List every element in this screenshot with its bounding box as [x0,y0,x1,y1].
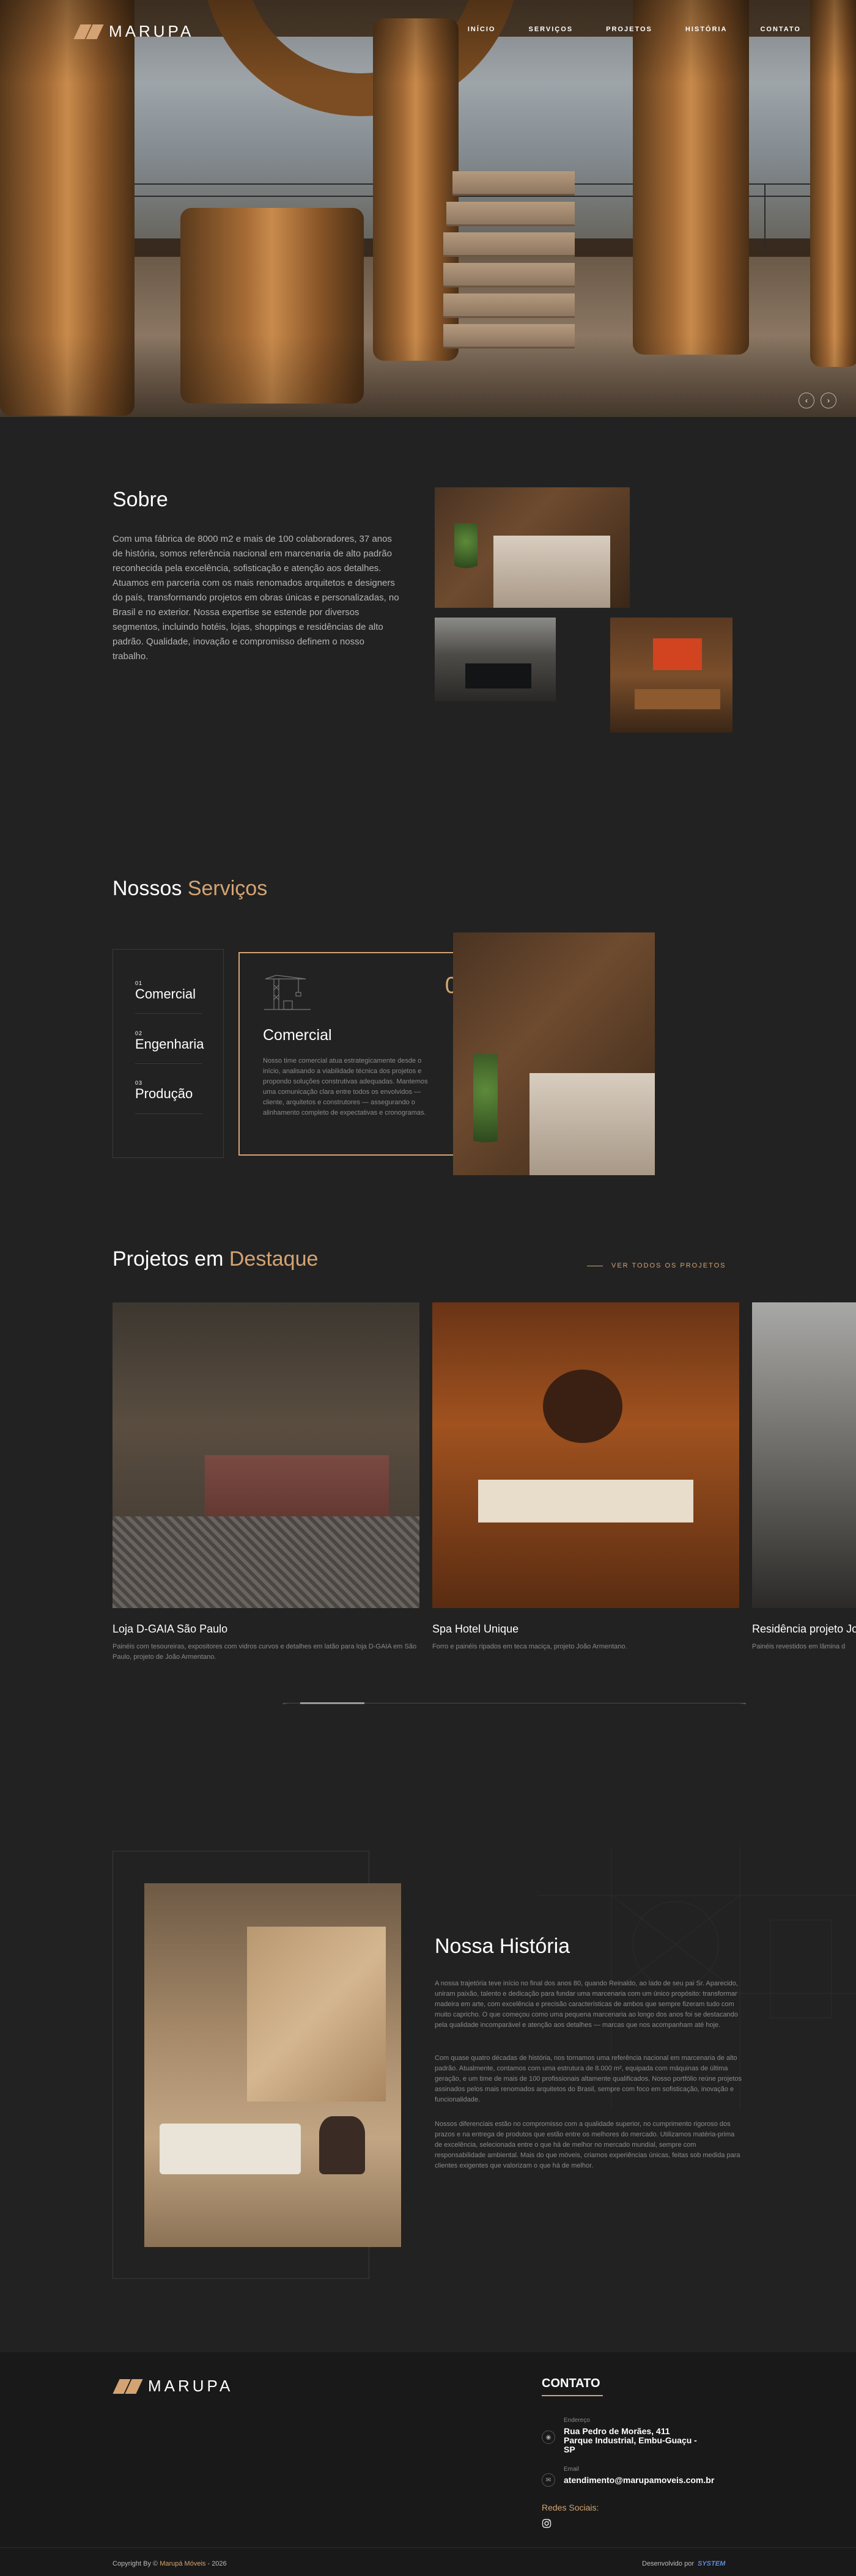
developer-logo[interactable]: SYSTEM [698,2560,725,2567]
email-label: Email [564,2466,580,2473]
carousel-scroll-thumb[interactable] [300,1702,364,1704]
history-photo [144,1883,401,2247]
about-title: Sobre [113,488,168,511]
carousel-prev-icon[interactable]: ← [281,1698,289,1707]
view-all-projects-link[interactable]: VER TODOS OS PROJETOS [587,1262,726,1269]
services-title-accent: Serviços [187,877,268,900]
address-line-1: Rua Pedro de Morães, 411 [564,2426,670,2436]
history-paragraph-3: Nossos diferenciais estão no compromisso… [435,2120,740,2169]
project-card[interactable]: Spa Hotel Unique Forro e painéis ripados… [432,1302,739,1652]
copyright-year: - 2026 [207,2560,227,2567]
copyright-brand[interactable]: Marupá Móveis [160,2560,205,2567]
footer-contact: CONTATO [542,2377,603,2396]
nav-item-contato[interactable]: CONTATO [760,26,801,33]
header-logo[interactable]: MARUPA [73,22,194,41]
service-number: 03 [135,1080,143,1086]
address-line-2: Parque Industrial, Embu-Guaçu - [564,2435,697,2445]
main-nav: INÍCIO SERVIÇOS PROJETOS HISTÓRIA CONTAT… [468,26,801,33]
footer-logo[interactable]: MARUPA [113,2377,233,2396]
footer: MARUPA CONTATO ◉ Endereço Rua Pedro de M… [0,2352,856,2576]
project-title: Residência projeto Jo [752,1623,856,1635]
about-photo-lobby [435,618,556,701]
project-card[interactable]: Residência projeto Jo Painéis revestidos… [752,1302,856,1652]
developer-credit: Desenvolvido por SYSTEM [642,2560,725,2567]
project-description: Forro e painéis ripados em teca maciça, … [432,1643,627,1650]
projects-title: Projetos em Destaque [113,1247,318,1271]
contact-title: CONTATO [542,2377,600,2390]
services-menu: 01 Comercial 02 Engenharia 03 Produção [113,949,224,1158]
service-item-engenharia[interactable]: 02 Engenharia [135,1030,204,1052]
crane-icon [264,975,311,1010]
project-title: Spa Hotel Unique [432,1623,519,1635]
service-divider [135,1113,202,1114]
hero-prev-arrow-icon[interactable]: ‹ [799,393,814,408]
project-image [752,1302,856,1608]
carousel-next-icon[interactable]: → [740,1698,747,1707]
history-title: Nossa História [435,1935,570,1958]
service-number: 01 [135,980,143,986]
hero-slider-controls: ‹ › [799,393,836,408]
logo-mark-icon [73,24,104,39]
service-number: 02 [135,1030,143,1036]
project-title: Loja D-GAIA São Paulo [113,1623,228,1635]
nav-item-historia[interactable]: HISTÓRIA [685,26,728,33]
service-item-producao[interactable]: 03 Produção [135,1080,202,1102]
history-paragraph-1: A nossa trajetória teve início no final … [435,1980,738,2029]
projects-title-main: Projetos em [113,1247,224,1271]
service-photo-bathroom [453,932,655,1175]
copyright-prefix: Copyright By © [113,2560,158,2567]
hero-overlay [0,0,856,417]
project-image [432,1302,739,1608]
email-link[interactable]: atendimento@marupamoveis.com.br [564,2476,714,2485]
service-detail-text: Nosso time comercial atua estrategicamen… [263,1057,428,1116]
projects-title-accent: Destaque [229,1247,319,1271]
project-description: Painéis com tesoureiras, expositores com… [113,1643,417,1661]
service-label: Produção [135,1086,193,1101]
address-label: Endereço [564,2417,590,2424]
address-line-3: SP [564,2445,575,2454]
social-label: Redes Sociais: [542,2503,599,2512]
about-photo-bathroom [435,487,630,608]
hero-next-arrow-icon[interactable]: › [821,393,836,408]
developer-prefix: Desenvolvido por [642,2560,694,2567]
copyright: Copyright By © Marupá Móveis - 2026 [113,2560,227,2567]
service-label: Comercial [135,986,196,1002]
service-divider [135,1063,202,1064]
services-title: Nossos Serviços [113,877,267,901]
project-card[interactable]: Loja D-GAIA São Paulo Painéis com tesour… [113,1302,419,1663]
footer-bottom-bar: Copyright By © Marupá Móveis - 2026 Dese… [0,2547,856,2576]
logo-mark-icon [113,2379,143,2394]
nav-item-projetos[interactable]: PROJETOS [606,26,652,33]
services-title-main: Nossos [113,877,182,900]
nav-item-inicio[interactable]: INÍCIO [468,26,496,33]
instagram-icon[interactable] [542,2519,552,2528]
project-description: Painéis revestidos em lâmina d [752,1643,846,1650]
contact-title-underline [542,2395,603,2396]
logo-text: MARUPA [148,2377,234,2395]
project-image [113,1302,419,1608]
service-divider [135,1013,202,1014]
service-item-comercial[interactable]: 01 Comercial [135,980,202,1002]
view-all-label: VER TODOS OS PROJETOS [611,1262,726,1269]
hero-banner: MARUPA INÍCIO SERVIÇOS PROJETOS HISTÓRIA… [0,0,856,417]
logo-text: MARUPA [109,22,194,40]
service-label: Engenharia [135,1036,204,1052]
about-text: Com uma fábrica de 8000 m2 e mais de 100… [113,534,399,662]
email-icon: ✉ [542,2473,555,2487]
location-pin-icon: ◉ [542,2430,555,2444]
nav-item-servicos[interactable]: SERVIÇOS [529,26,574,33]
about-photo-dining [610,618,732,733]
history-paragraph-2: Com quase quatro décadas de história, no… [435,2054,742,2103]
service-detail-title: Comercial [263,1027,332,1044]
